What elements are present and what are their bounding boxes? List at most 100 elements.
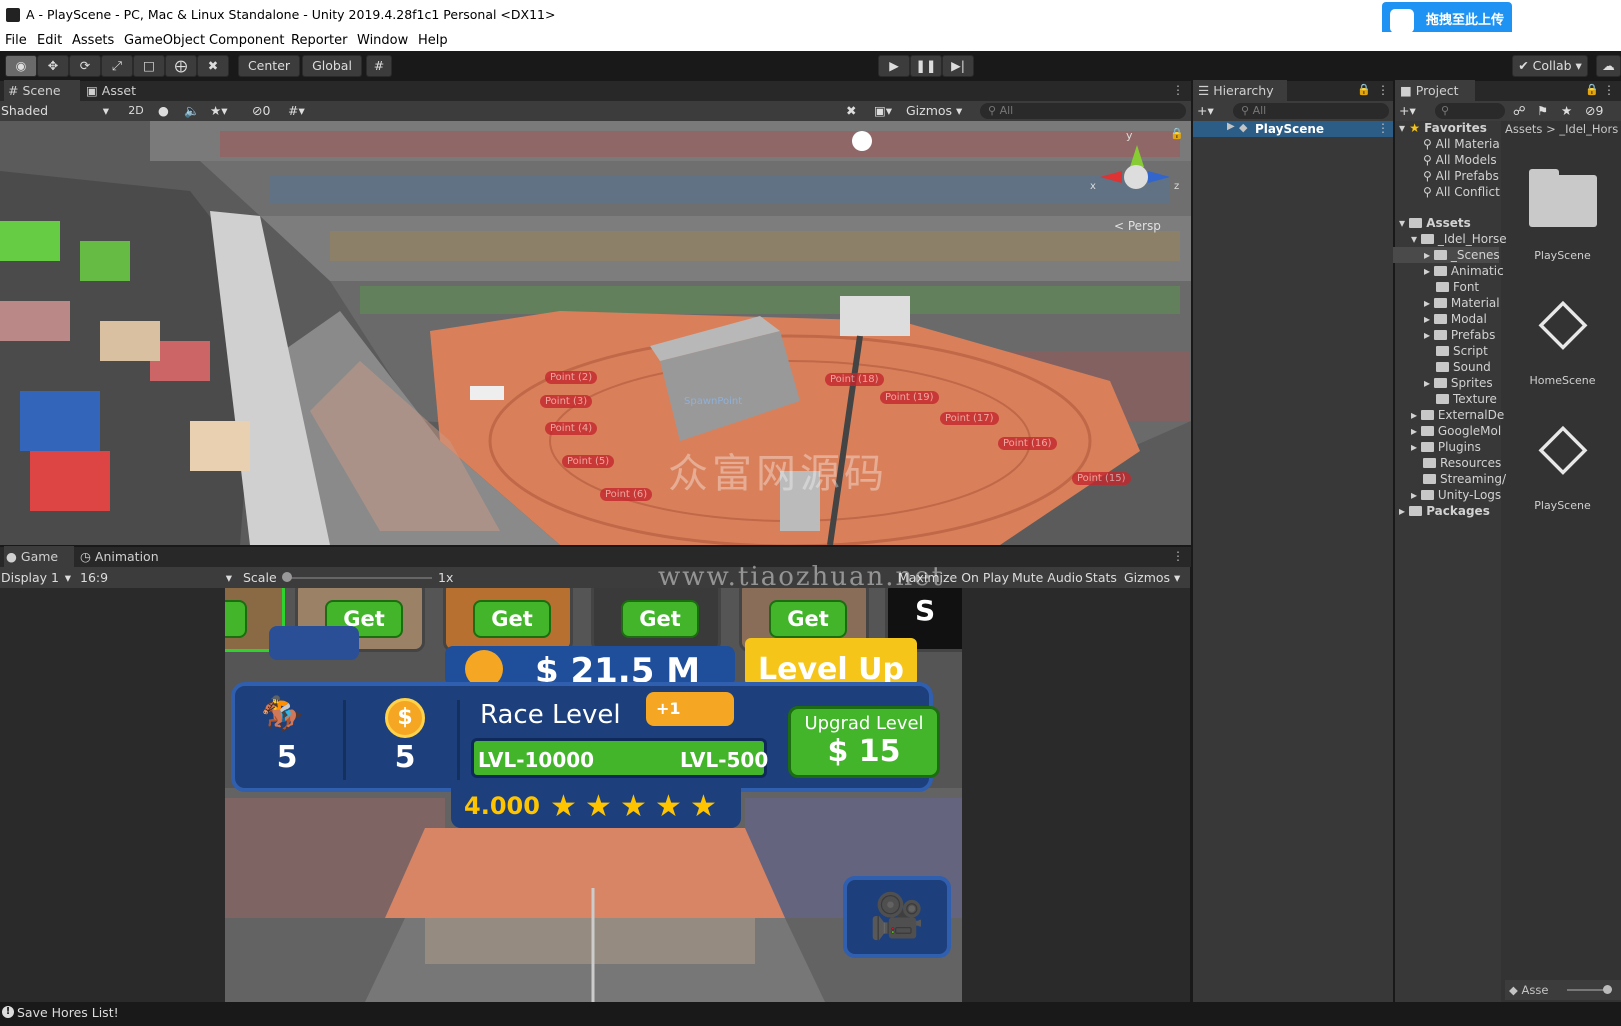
row-menu-icon[interactable]: ⋮ bbox=[1377, 121, 1389, 135]
tab-project[interactable]: ■ Project bbox=[1395, 80, 1475, 102]
effects-icon[interactable]: ★▾ bbox=[210, 102, 244, 120]
collab-button[interactable]: ✔ Collab ▾ bbox=[1512, 55, 1588, 77]
get-button[interactable]: Get bbox=[473, 600, 551, 638]
rotate-tool-button[interactable]: ⟳ bbox=[69, 55, 101, 77]
unity-scene-icon[interactable]: ◇ bbox=[1527, 410, 1599, 482]
play-button[interactable]: ▶ bbox=[878, 55, 910, 77]
persp-label[interactable]: < Persp bbox=[1114, 219, 1161, 233]
tree-fav-item[interactable]: ⚲ All Models bbox=[1423, 152, 1497, 168]
camera-switch-button[interactable]: 🎥 bbox=[843, 876, 951, 958]
scene-gizmos-dropdown[interactable]: Gizmos ▾ bbox=[906, 102, 972, 120]
hidden-packages-icon[interactable]: ⊘9 bbox=[1585, 102, 1603, 120]
get-button[interactable]: Get bbox=[769, 600, 847, 638]
create-dropdown[interactable]: +▾ bbox=[1197, 102, 1227, 120]
menu-assets[interactable]: Assets bbox=[72, 33, 114, 48]
tree-folder[interactable]: ▸ Material bbox=[1424, 295, 1500, 311]
tree-folder[interactable]: ▸ GoogleMol bbox=[1411, 423, 1501, 439]
unity-scene-icon[interactable]: ◇ bbox=[1527, 285, 1599, 357]
upgrade-level-button[interactable]: Upgrad Level $ 15 bbox=[788, 706, 940, 778]
tree-folder[interactable]: ▸ Modal bbox=[1424, 311, 1487, 327]
gizmo-center-cube[interactable] bbox=[1124, 165, 1148, 189]
tree-folder[interactable]: ▸ Prefabs bbox=[1424, 327, 1495, 343]
2d-toggle[interactable]: 2D bbox=[124, 102, 148, 120]
aspect-dropdown[interactable]: 16:9 ▾ bbox=[80, 569, 234, 587]
tree-folder[interactable]: ▸ Animatic bbox=[1424, 263, 1504, 279]
menu-window[interactable]: Window bbox=[357, 33, 408, 48]
scale-slider[interactable] bbox=[286, 577, 432, 579]
transform-tool-button[interactable]: ⨁ bbox=[165, 55, 197, 77]
icon-size-slider-handle[interactable] bbox=[1603, 985, 1612, 994]
tree-fav-item[interactable]: ⚲ All Materia bbox=[1423, 136, 1500, 152]
menu-gameobject[interactable]: GameObject bbox=[124, 33, 205, 48]
tree-folder[interactable]: ▸ Plugins bbox=[1411, 439, 1481, 455]
tools-icon[interactable]: ✖ bbox=[846, 102, 866, 120]
filter-label-icon[interactable]: ⚑ bbox=[1537, 102, 1548, 120]
game-gizmos-dropdown[interactable]: Gizmos ▾ bbox=[1124, 569, 1186, 587]
y-axis-cone[interactable] bbox=[1130, 145, 1144, 167]
hierarchy-row-playscene[interactable]: ▶ ◆ PlayScene ⋮ bbox=[1193, 121, 1393, 137]
mute-audio-toggle[interactable]: Mute Audio bbox=[1012, 569, 1083, 587]
project-menu-icon[interactable]: ⋮ bbox=[1603, 83, 1615, 97]
tree-folder-selected[interactable]: ▸ _Scenes bbox=[1393, 247, 1500, 263]
menu-component[interactable]: Component bbox=[209, 33, 284, 48]
project-search-input[interactable]: ⚲ bbox=[1435, 103, 1505, 119]
tree-folder[interactable]: ▸ Sprites bbox=[1424, 375, 1493, 391]
pivot-global-button[interactable]: Global bbox=[302, 55, 362, 77]
tree-folder[interactable]: ▸ Unity-Logs bbox=[1411, 487, 1501, 503]
menu-help[interactable]: Help bbox=[418, 33, 448, 48]
lock-icon[interactable]: 🔒 bbox=[1170, 127, 1184, 140]
filter-type-icon[interactable]: ☍ bbox=[1513, 102, 1526, 120]
scene-search-input[interactable]: ⚲ All bbox=[980, 103, 1186, 119]
scene-menu-icon[interactable]: ⋮ bbox=[1172, 83, 1184, 97]
tree-folder[interactable]: Resources bbox=[1423, 455, 1501, 471]
lock-icon[interactable]: 🔒 bbox=[1357, 83, 1371, 96]
tree-packages[interactable]: ▸ Packages bbox=[1399, 503, 1490, 519]
snap-grid-button[interactable]: # bbox=[366, 55, 392, 77]
get-button[interactable] bbox=[225, 600, 247, 638]
stats-toggle[interactable]: Stats bbox=[1085, 569, 1117, 587]
cloud-services-button[interactable]: ☁ bbox=[1596, 55, 1621, 77]
menu-reporter[interactable]: Reporter bbox=[291, 33, 347, 48]
menu-file[interactable]: File bbox=[5, 33, 27, 48]
get-button[interactable]: Get bbox=[621, 600, 699, 638]
camera-icon[interactable]: ▣▾ bbox=[874, 102, 902, 120]
create-dropdown[interactable]: +▾ bbox=[1399, 102, 1429, 120]
scale-tool-button[interactable]: ⤢ bbox=[101, 55, 133, 77]
tree-folder[interactable]: Sound bbox=[1436, 359, 1491, 375]
custom-tool-button[interactable]: ✖ bbox=[197, 55, 229, 77]
grid-icon[interactable]: #▾ bbox=[288, 102, 324, 120]
settings-tab[interactable] bbox=[269, 626, 359, 660]
tab-game[interactable]: ● Game bbox=[4, 546, 74, 568]
tree-assets[interactable]: ▾ Assets bbox=[1399, 215, 1471, 231]
tab-hierarchy[interactable]: ☰ Hierarchy bbox=[1193, 80, 1287, 102]
tree-favorites[interactable]: ▾ ★ Favorites bbox=[1399, 120, 1487, 136]
tree-folder[interactable]: Texture bbox=[1436, 391, 1497, 407]
pivot-center-button[interactable]: Center bbox=[238, 55, 300, 77]
tree-fav-item[interactable]: ⚲ All Conflict bbox=[1423, 184, 1500, 200]
hidden-count[interactable]: ⊘0 bbox=[252, 102, 282, 120]
pause-button[interactable]: ❚❚ bbox=[910, 55, 942, 77]
audio-icon[interactable]: 🔈 bbox=[184, 102, 204, 120]
x-axis-cone[interactable] bbox=[1100, 171, 1122, 183]
breadcrumb[interactable]: Assets > _Idel_Hors bbox=[1505, 121, 1618, 137]
lighting-icon[interactable]: ● bbox=[158, 102, 178, 120]
favorite-star-icon[interactable]: ★ bbox=[1561, 102, 1572, 120]
z-axis-cone[interactable] bbox=[1148, 171, 1170, 183]
game-menu-icon[interactable]: ⋮ bbox=[1172, 549, 1184, 563]
icon-size-slider[interactable] bbox=[1567, 989, 1605, 991]
shading-dropdown[interactable]: Shaded ▾ bbox=[1, 102, 113, 120]
tree-folder[interactable]: ▸ ExternalDe bbox=[1411, 407, 1504, 423]
level-up-banner[interactable]: Level Up bbox=[745, 638, 917, 686]
tree-folder[interactable]: Font bbox=[1436, 279, 1479, 295]
orientation-gizmo[interactable]: y x z < Persp bbox=[1088, 129, 1188, 233]
tab-animation[interactable]: ◷ Animation bbox=[78, 546, 178, 568]
expand-arrow-icon[interactable]: ▶ bbox=[1227, 121, 1235, 132]
lock-icon[interactable]: 🔒 bbox=[1585, 83, 1599, 96]
tree-folder[interactable]: ▾ _Idel_Horse bbox=[1411, 231, 1507, 247]
status-bar[interactable]: ! Save Hores List! bbox=[0, 1002, 1621, 1026]
folder-icon[interactable] bbox=[1527, 165, 1599, 237]
tree-folder[interactable]: Streaming/ bbox=[1423, 471, 1506, 487]
tab-asset-store[interactable]: ▣ Asset Store bbox=[82, 80, 172, 120]
scale-slider-handle[interactable] bbox=[282, 572, 292, 582]
view-tool-button[interactable]: ◉ bbox=[5, 55, 37, 77]
